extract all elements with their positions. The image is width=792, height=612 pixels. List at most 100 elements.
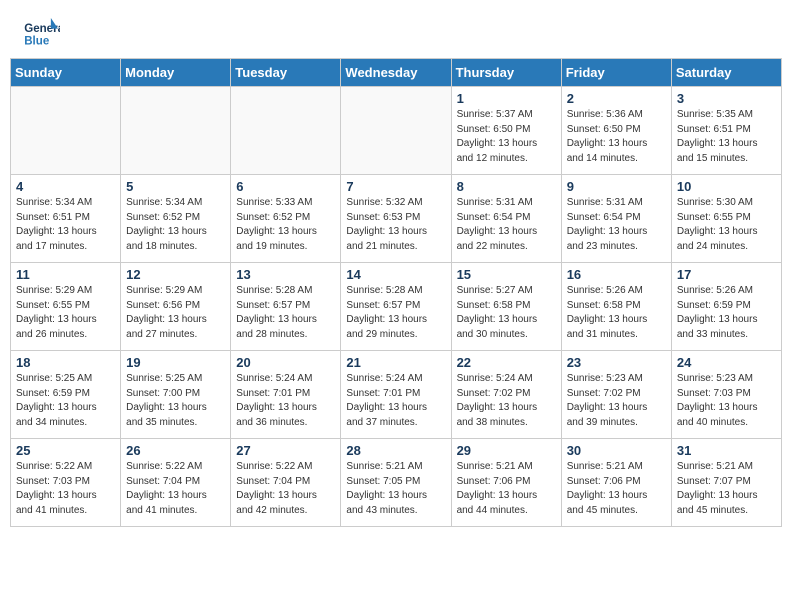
day-cell: 21 Sunrise: 5:24 AM Sunset: 7:01 PM Dayli…: [341, 351, 451, 439]
day-number: 6: [236, 179, 335, 194]
day-number: 2: [567, 91, 666, 106]
day-info: Sunrise: 5:24 AM Sunset: 7:01 PM Dayligh…: [346, 372, 445, 430]
day-info: Sunrise: 5:21 AM Sunset: 7:05 PM Dayligh…: [346, 460, 445, 518]
day-cell: 1 Sunrise: 5:37 AM Sunset: 6:50 PM Daylig…: [451, 87, 561, 175]
day-number: 16: [567, 267, 666, 282]
day-number: 30: [567, 443, 666, 458]
day-number: 24: [677, 355, 776, 370]
day-number: 15: [457, 267, 556, 282]
day-number: 21: [346, 355, 445, 370]
day-number: 25: [16, 443, 115, 458]
day-info: Sunrise: 5:22 AM Sunset: 7:04 PM Dayligh…: [126, 460, 225, 518]
day-number: 10: [677, 179, 776, 194]
day-info: Sunrise: 5:22 AM Sunset: 7:04 PM Dayligh…: [236, 460, 335, 518]
day-cell: 2 Sunrise: 5:36 AM Sunset: 6:50 PM Daylig…: [561, 87, 671, 175]
day-number: 11: [16, 267, 115, 282]
day-cell: 25 Sunrise: 5:22 AM Sunset: 7:03 PM Dayli…: [11, 439, 121, 527]
day-info: Sunrise: 5:23 AM Sunset: 7:02 PM Dayligh…: [567, 372, 666, 430]
day-cell: [11, 87, 121, 175]
day-info: Sunrise: 5:34 AM Sunset: 6:52 PM Dayligh…: [126, 196, 225, 254]
day-cell: 19 Sunrise: 5:25 AM Sunset: 7:00 PM Dayli…: [121, 351, 231, 439]
day-cell: 16 Sunrise: 5:26 AM Sunset: 6:58 PM Dayli…: [561, 263, 671, 351]
day-info: Sunrise: 5:32 AM Sunset: 6:53 PM Dayligh…: [346, 196, 445, 254]
day-info: Sunrise: 5:28 AM Sunset: 6:57 PM Dayligh…: [236, 284, 335, 342]
day-cell: 7 Sunrise: 5:32 AM Sunset: 6:53 PM Daylig…: [341, 175, 451, 263]
day-number: 7: [346, 179, 445, 194]
day-info: Sunrise: 5:33 AM Sunset: 6:52 PM Dayligh…: [236, 196, 335, 254]
day-info: Sunrise: 5:22 AM Sunset: 7:03 PM Dayligh…: [16, 460, 115, 518]
day-info: Sunrise: 5:21 AM Sunset: 7:06 PM Dayligh…: [567, 460, 666, 518]
calendar-table: SundayMondayTuesdayWednesdayThursdayFrid…: [10, 58, 782, 527]
day-cell: 17Sunrise: 5:26 AM Sunset: 6:59 PM Dayli…: [671, 263, 781, 351]
day-cell: 31 Sunrise: 5:21 AM Sunset: 7:07 PM Dayli…: [671, 439, 781, 527]
day-info: Sunrise: 5:25 AM Sunset: 6:59 PM Dayligh…: [16, 372, 115, 430]
day-cell: 20Sunrise: 5:24 AM Sunset: 7:01 PM Dayli…: [231, 351, 341, 439]
svg-text:Blue: Blue: [24, 36, 50, 48]
day-cell: 29Sunrise: 5:21 AM Sunset: 7:06 PM Dayli…: [451, 439, 561, 527]
day-cell: [231, 87, 341, 175]
day-number: 4: [16, 179, 115, 194]
day-cell: 26 Sunrise: 5:22 AM Sunset: 7:04 PM Dayli…: [121, 439, 231, 527]
weekday-header-monday: Monday: [121, 59, 231, 87]
day-number: 9: [567, 179, 666, 194]
day-cell: 8 Sunrise: 5:31 AM Sunset: 6:54 PM Daylig…: [451, 175, 561, 263]
day-number: 22: [457, 355, 556, 370]
day-cell: 27 Sunrise: 5:22 AM Sunset: 7:04 PM Dayli…: [231, 439, 341, 527]
day-info: Sunrise: 5:21 AM Sunset: 7:07 PM Dayligh…: [677, 460, 776, 518]
calendar-container: SundayMondayTuesdayWednesdayThursdayFrid…: [0, 58, 792, 537]
day-info: Sunrise: 5:29 AM Sunset: 6:56 PM Dayligh…: [126, 284, 225, 342]
weekday-header-tuesday: Tuesday: [231, 59, 341, 87]
day-number: 8: [457, 179, 556, 194]
day-cell: 15 Sunrise: 5:27 AM Sunset: 6:58 PM Dayli…: [451, 263, 561, 351]
day-cell: 24 Sunrise: 5:23 AM Sunset: 7:03 PM Dayli…: [671, 351, 781, 439]
day-number: 31: [677, 443, 776, 458]
day-info: Sunrise: 5:26 AM Sunset: 6:59 PM Dayligh…: [677, 284, 776, 342]
day-cell: 22Sunrise: 5:24 AM Sunset: 7:02 PM Dayli…: [451, 351, 561, 439]
day-cell: 18 Sunrise: 5:25 AM Sunset: 6:59 PM Dayli…: [11, 351, 121, 439]
week-row-4: 18 Sunrise: 5:25 AM Sunset: 6:59 PM Dayli…: [11, 351, 782, 439]
day-info: Sunrise: 5:36 AM Sunset: 6:50 PM Dayligh…: [567, 108, 666, 166]
weekday-header-row: SundayMondayTuesdayWednesdayThursdayFrid…: [11, 59, 782, 87]
day-number: 1: [457, 91, 556, 106]
day-number: 26: [126, 443, 225, 458]
day-number: 19: [126, 355, 225, 370]
day-cell: 3 Sunrise: 5:35 AM Sunset: 6:51 PM Daylig…: [671, 87, 781, 175]
weekday-header-thursday: Thursday: [451, 59, 561, 87]
day-info: Sunrise: 5:23 AM Sunset: 7:03 PM Dayligh…: [677, 372, 776, 430]
day-info: Sunrise: 5:35 AM Sunset: 6:51 PM Dayligh…: [677, 108, 776, 166]
day-cell: 11Sunrise: 5:29 AM Sunset: 6:55 PM Dayli…: [11, 263, 121, 351]
day-info: Sunrise: 5:26 AM Sunset: 6:58 PM Dayligh…: [567, 284, 666, 342]
day-number: 18: [16, 355, 115, 370]
day-number: 23: [567, 355, 666, 370]
day-cell: 13Sunrise: 5:28 AM Sunset: 6:57 PM Dayli…: [231, 263, 341, 351]
day-info: Sunrise: 5:21 AM Sunset: 7:06 PM Dayligh…: [457, 460, 556, 518]
day-info: Sunrise: 5:31 AM Sunset: 6:54 PM Dayligh…: [457, 196, 556, 254]
day-cell: 4Sunrise: 5:34 AM Sunset: 6:51 PM Daylig…: [11, 175, 121, 263]
week-row-2: 4Sunrise: 5:34 AM Sunset: 6:51 PM Daylig…: [11, 175, 782, 263]
day-cell: 5 Sunrise: 5:34 AM Sunset: 6:52 PM Daylig…: [121, 175, 231, 263]
week-row-5: 25 Sunrise: 5:22 AM Sunset: 7:03 PM Dayli…: [11, 439, 782, 527]
day-cell: 14 Sunrise: 5:28 AM Sunset: 6:57 PM Dayli…: [341, 263, 451, 351]
day-cell: 30 Sunrise: 5:21 AM Sunset: 7:06 PM Dayli…: [561, 439, 671, 527]
day-cell: 12 Sunrise: 5:29 AM Sunset: 6:56 PM Dayli…: [121, 263, 231, 351]
day-cell: 10Sunrise: 5:30 AM Sunset: 6:55 PM Dayli…: [671, 175, 781, 263]
logo: General Blue: [24, 18, 64, 50]
day-info: Sunrise: 5:37 AM Sunset: 6:50 PM Dayligh…: [457, 108, 556, 166]
day-number: 27: [236, 443, 335, 458]
weekday-header-saturday: Saturday: [671, 59, 781, 87]
day-info: Sunrise: 5:27 AM Sunset: 6:58 PM Dayligh…: [457, 284, 556, 342]
day-number: 12: [126, 267, 225, 282]
week-row-3: 11Sunrise: 5:29 AM Sunset: 6:55 PM Dayli…: [11, 263, 782, 351]
day-info: Sunrise: 5:25 AM Sunset: 7:00 PM Dayligh…: [126, 372, 225, 430]
day-number: 20: [236, 355, 335, 370]
day-info: Sunrise: 5:28 AM Sunset: 6:57 PM Dayligh…: [346, 284, 445, 342]
day-cell: 23 Sunrise: 5:23 AM Sunset: 7:02 PM Dayli…: [561, 351, 671, 439]
week-row-1: 1 Sunrise: 5:37 AM Sunset: 6:50 PM Daylig…: [11, 87, 782, 175]
page-header: General Blue: [0, 0, 792, 58]
day-info: Sunrise: 5:31 AM Sunset: 6:54 PM Dayligh…: [567, 196, 666, 254]
day-number: 3: [677, 91, 776, 106]
day-number: 14: [346, 267, 445, 282]
day-number: 28: [346, 443, 445, 458]
day-number: 5: [126, 179, 225, 194]
logo-icon: General Blue: [24, 18, 60, 50]
